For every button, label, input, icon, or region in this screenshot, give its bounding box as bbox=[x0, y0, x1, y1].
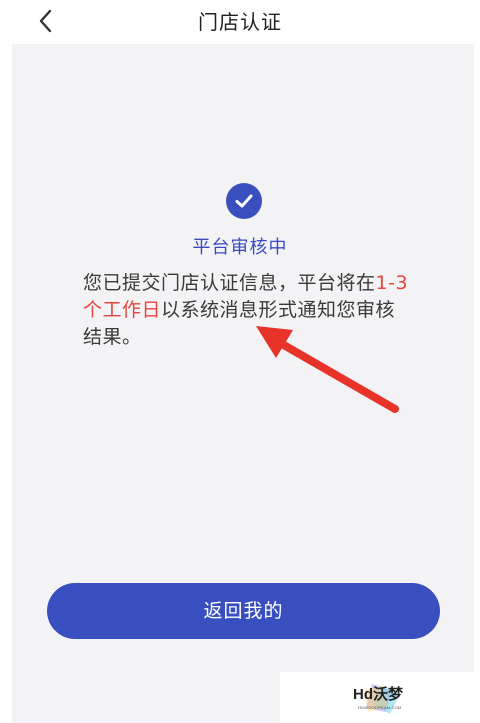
nav-bar: 门店认证 bbox=[0, 0, 480, 42]
return-to-profile-button[interactable]: 返回我的 bbox=[47, 583, 440, 639]
check-circle-icon bbox=[225, 182, 263, 220]
status-message-text: 您已提交门店认证信息，平台将在 bbox=[83, 272, 376, 294]
page-title: 门店认证 bbox=[198, 10, 282, 34]
watermark-text: Hd沃梦 bbox=[353, 686, 403, 703]
status-message: 您已提交门店认证信息，平台将在1-3个工作日以系统消息形式通知您审核结果。 bbox=[83, 270, 413, 351]
status-title: 平台审核中 bbox=[192, 237, 288, 258]
watermark-subtext: HDWOODREAM.COM bbox=[358, 705, 402, 710]
